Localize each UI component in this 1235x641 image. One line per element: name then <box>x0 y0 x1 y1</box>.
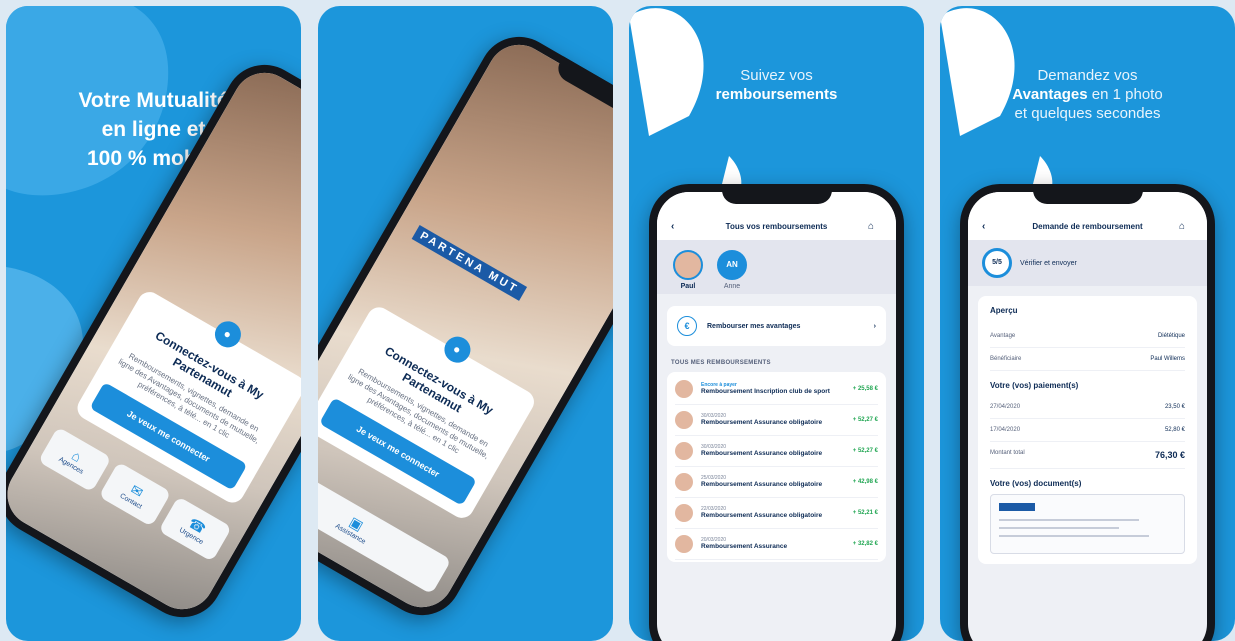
home-icon[interactable]: ⌂ <box>1179 221 1193 232</box>
back-arrow-icon[interactable]: ‹ <box>982 221 996 232</box>
euro-icon: € <box>677 316 697 336</box>
avatar <box>675 442 693 460</box>
list-item[interactable]: 20/03/2020 Remboursement Assurance + 32,82… <box>675 529 878 560</box>
chevron-right-icon: › <box>873 322 876 330</box>
total-row: Montant total 76,30 € <box>990 442 1185 469</box>
phone-frame: ⚙ PARTENA MUT ● Connectez-vous à My Part… <box>318 22 613 630</box>
avatar <box>675 411 693 429</box>
summary-card: Aperçu Avantage Diététique Bénéficiaire Pa… <box>978 296 1197 564</box>
document-line <box>999 519 1139 521</box>
screenshot-panel-2: ⚙ PARTENA MUT ● Connectez-vous à My Part… <box>318 6 613 641</box>
progress-ring: 5/5 <box>982 248 1012 278</box>
phone-screen: ‹ Tous vos remboursements ⌂ Paul AN Anne… <box>657 192 896 641</box>
list-item[interactable]: 22/03/2020 Remboursement Assurance obliga… <box>675 498 878 529</box>
payment-row: 17/04/2020 52,80 € <box>990 419 1185 442</box>
screenshot-panel-3: Suivez vos remboursements ‹ Tous vos rem… <box>629 6 924 641</box>
avatar <box>675 504 693 522</box>
back-arrow-icon[interactable]: ‹ <box>671 221 685 232</box>
reimburse-benefits-card[interactable]: € Rembourser mes avantages › <box>667 306 886 346</box>
card-title: Aperçu <box>990 306 1018 315</box>
summary-row: Bénéficiaire Paul Willems <box>990 348 1185 371</box>
list-item[interactable]: 30/03/2020 Remboursement Assurance obliga… <box>675 436 878 467</box>
screenshot-panel-4: Demandez vos Avantages en 1 photo et que… <box>940 6 1235 641</box>
avatar: AN <box>717 250 747 280</box>
phone-screen: ‹ Demande de remboursement ⌂ 5/5 Vérifie… <box>968 192 1207 641</box>
reimbursement-list: Encore à payer Remboursement Inscription … <box>667 372 886 562</box>
step-label: Vérifier et envoyer <box>1020 259 1077 267</box>
list-item[interactable]: Encore à payer Remboursement Inscription … <box>675 374 878 405</box>
summary-row: Avantage Diététique <box>990 325 1185 348</box>
list-item[interactable]: 30/03/2020 Remboursement Assurance obliga… <box>675 405 878 436</box>
avatar <box>675 380 693 398</box>
documents-title: Votre (vos) document(s) <box>990 479 1082 488</box>
payment-row: 27/04/2020 23,50 € <box>990 396 1185 419</box>
page-title: Demande de remboursement <box>1032 221 1143 231</box>
avatar <box>673 250 703 280</box>
step-indicator: 5/5 Vérifier et envoyer <box>968 240 1207 286</box>
list-item[interactable]: 25/03/2020 Remboursement Assurance obliga… <box>675 467 878 498</box>
member-selector: Paul AN Anne <box>657 240 896 294</box>
phone-screen: ⚙ PARTENA MUT ● Connectez-vous à My Part… <box>318 33 613 619</box>
avatar <box>675 535 693 553</box>
member-anne[interactable]: AN Anne <box>717 250 747 290</box>
screenshot-panel-1: Votre Mutualité en ligne et 100 % mobile… <box>6 6 301 641</box>
member-paul[interactable]: Paul <box>673 250 703 290</box>
avatar <box>675 473 693 491</box>
document-line <box>999 527 1119 529</box>
phone-frame: ‹ Tous vos remboursements ⌂ Paul AN Anne… <box>649 184 904 641</box>
headline: Suivez vos remboursements <box>715 67 838 103</box>
document-logo <box>999 503 1035 511</box>
document-thumbnail[interactable] <box>990 494 1185 554</box>
payments-title: Votre (vos) paiement(s) <box>990 381 1079 390</box>
page-title: Tous vos remboursements <box>725 221 828 231</box>
phone-frame: ‹ Demande de remboursement ⌂ 5/5 Vérifie… <box>960 184 1215 641</box>
document-line <box>999 535 1149 537</box>
section-label: TOUS MES REMBOURSEMENTS <box>671 360 771 366</box>
headline: Demandez vos Avantages en 1 photo et que… <box>1012 67 1163 122</box>
home-icon[interactable]: ⌂ <box>868 221 882 232</box>
